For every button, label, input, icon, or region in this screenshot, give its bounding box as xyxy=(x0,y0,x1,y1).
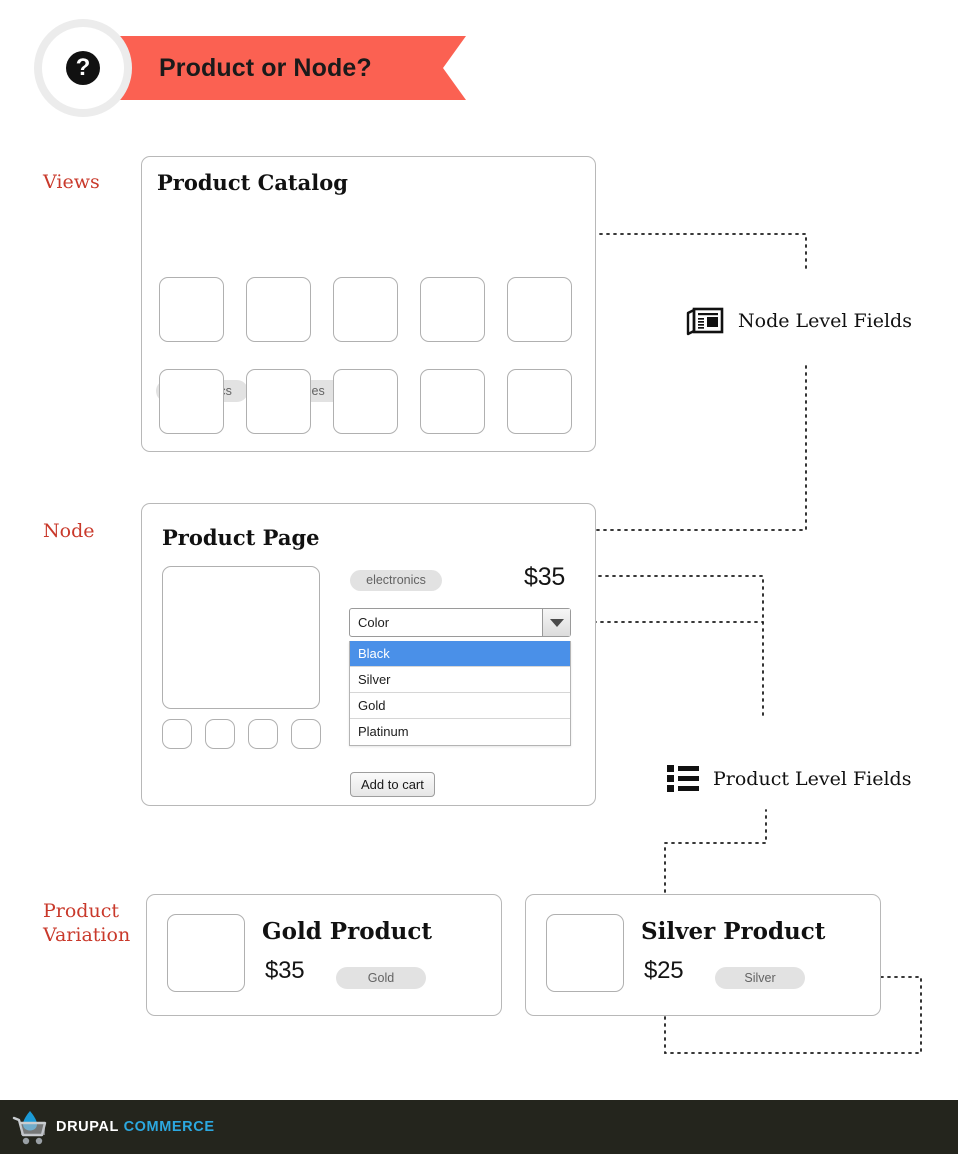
product-catalog-panel: Product Catalog electronics games xyxy=(141,156,596,452)
color-option-silver[interactable]: Silver xyxy=(350,667,570,693)
question-badge-inner: ? xyxy=(42,27,124,109)
product-tag-electronics[interactable]: electronics xyxy=(350,570,442,591)
brand-wordmark: DRUPAL COMMERCE xyxy=(56,1119,215,1135)
catalog-item-placeholder[interactable] xyxy=(420,369,485,434)
legend-node-level-fields-label: Node Level Fields xyxy=(738,310,912,332)
chevron-down-icon[interactable] xyxy=(542,609,570,636)
legend-product-level-fields-label: Product Level Fields xyxy=(713,768,912,790)
header-band: Product or Node? ? xyxy=(0,0,958,140)
variation-card-gold: Gold Product $35 Gold xyxy=(146,894,502,1016)
catalog-item-placeholder[interactable] xyxy=(159,369,224,434)
product-thumbnail-placeholder[interactable] xyxy=(291,719,321,749)
row-label-product-variation-line2: Variation xyxy=(43,924,131,946)
variation-card-silver: Silver Product $25 Silver xyxy=(525,894,881,1016)
catalog-item-placeholder[interactable] xyxy=(333,369,398,434)
legend-node-level-fields: Node Level Fields xyxy=(686,304,912,338)
product-thumbnail-placeholder[interactable] xyxy=(205,719,235,749)
product-main-image-placeholder[interactable] xyxy=(162,566,320,709)
color-select[interactable]: Color xyxy=(349,608,571,637)
variation-title-silver: Silver Product xyxy=(641,918,826,945)
variation-title-gold: Gold Product xyxy=(262,918,432,945)
variation-price-gold: $35 xyxy=(265,957,305,984)
footer-bar: DRUPAL COMMERCE xyxy=(0,1100,958,1154)
catalog-item-placeholder[interactable] xyxy=(159,277,224,342)
catalog-item-placeholder[interactable] xyxy=(507,369,572,434)
title-ribbon: Product or Node? xyxy=(103,36,466,100)
product-thumbnail-placeholder[interactable] xyxy=(162,719,192,749)
row-label-product-variation-line1: Product xyxy=(43,900,119,922)
color-option-platinum[interactable]: Platinum xyxy=(350,719,570,745)
variation-image-placeholder[interactable] xyxy=(546,914,624,992)
product-thumbnail-placeholder[interactable] xyxy=(248,719,278,749)
brand-primary: DRUPAL xyxy=(56,1119,119,1135)
color-option-gold[interactable]: Gold xyxy=(350,693,570,719)
question-badge: ? xyxy=(34,19,132,117)
catalog-title: Product Catalog xyxy=(157,170,348,195)
row-label-views: Views xyxy=(43,171,100,193)
color-option-list[interactable]: Black Silver Gold Platinum xyxy=(349,641,571,746)
variation-tag-silver[interactable]: Silver xyxy=(715,967,805,989)
variation-image-placeholder[interactable] xyxy=(167,914,245,992)
color-select-value: Color xyxy=(358,615,390,630)
row-label-node: Node xyxy=(43,520,95,542)
product-page-title: Product Page xyxy=(162,525,320,550)
infographic-canvas: Product or Node? ? Views Node Product Va… xyxy=(0,0,958,1154)
product-price: $35 xyxy=(524,563,566,591)
catalog-item-placeholder[interactable] xyxy=(333,277,398,342)
add-to-cart-button[interactable]: Add to cart xyxy=(350,772,435,797)
color-option-black[interactable]: Black xyxy=(350,641,570,667)
connector-price xyxy=(577,575,764,719)
list-bullets-icon xyxy=(667,765,699,792)
catalog-item-placeholder[interactable] xyxy=(246,369,311,434)
brand-secondary: COMMERCE xyxy=(123,1119,215,1135)
page-title: Product or Node? xyxy=(159,54,372,82)
catalog-item-placeholder[interactable] xyxy=(507,277,572,342)
legend-product-level-fields: Product Level Fields xyxy=(667,763,911,795)
variation-tag-gold[interactable]: Gold xyxy=(336,967,426,989)
shopping-cart-icon xyxy=(12,1111,47,1145)
catalog-item-placeholder[interactable] xyxy=(246,277,311,342)
question-mark-icon: ? xyxy=(66,51,100,85)
catalog-item-placeholder[interactable] xyxy=(420,277,485,342)
variation-price-silver: $25 xyxy=(644,957,684,984)
newspaper-icon xyxy=(686,307,724,336)
